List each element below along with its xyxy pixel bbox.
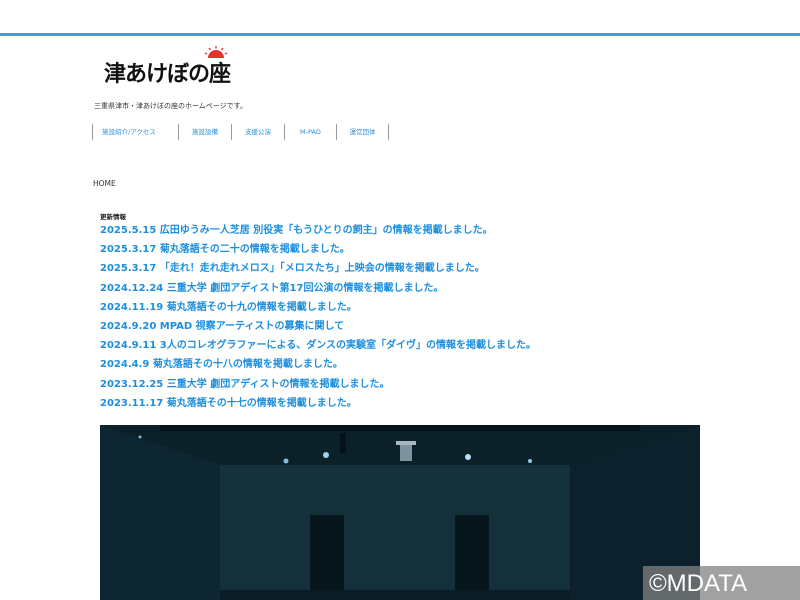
site-logo[interactable]: 津あけぼの座 — [104, 46, 254, 88]
news-link[interactable]: 2025.5.15 広田ゆうみ一人芝居 別役実「もうひとりの飼主」の情報を掲載し… — [100, 221, 536, 240]
nav-item-facility-equipment[interactable]: 施設設備 — [178, 124, 231, 140]
news-link[interactable]: 2024.12.24 三重大学 劇団アディスト第17回公演の情報を掲載しました。 — [100, 279, 536, 298]
news-link[interactable]: 2024.9.20 MPAD 視察アーティストの募集に関して — [100, 317, 536, 336]
news-link[interactable]: 2025.3.17 「走れ！走れ走れメロス」「メロスたち」上映会の情報を掲載しま… — [100, 259, 536, 278]
nav-item-support-performances[interactable]: 支援公演 — [231, 124, 284, 140]
top-accent-bar — [0, 33, 800, 36]
news-link[interactable]: 2023.12.25 三重大学 劇団アディストの情報を掲載しました。 — [100, 375, 536, 394]
breadcrumb: HOME — [93, 179, 116, 188]
theater-interior-photo — [100, 425, 700, 600]
news-link[interactable]: 2023.11.17 菊丸落語その十七の情報を掲載しました。 — [100, 394, 536, 413]
news-link[interactable]: 2024.11.19 菊丸落語その十九の情報を掲載しました。 — [100, 298, 536, 317]
nav-item-organization[interactable]: 運営団体 — [336, 124, 389, 140]
nav-item-facility-access[interactable]: 施設紹介/アクセス — [92, 124, 178, 140]
news-list: 2025.5.15 広田ゆうみ一人芝居 別役実「もうひとりの飼主」の情報を掲載し… — [100, 221, 536, 413]
news-link[interactable]: 2024.4.9 菊丸落語その十八の情報を掲載しました。 — [100, 355, 536, 374]
news-link[interactable]: 2025.3.17 菊丸落語その二十の情報を掲載しました。 — [100, 240, 536, 259]
news-heading: 更新情報 — [100, 213, 126, 221]
main-nav: 施設紹介/アクセス 施設設備 支援公演 M-PAD 運営団体 — [92, 124, 389, 140]
news-link[interactable]: 2024.9.11 3人のコレオグラファーによる、ダンスの実験室「ダイヴ」の情報… — [100, 336, 536, 355]
theater-interior-illustration — [100, 425, 700, 600]
watermark: ©MDATA — [643, 566, 800, 600]
site-tagline: 三重県津市・津あけぼの座のホームページです。 — [94, 102, 247, 110]
logo-text: 津あけぼの座 — [104, 62, 231, 87]
nav-item-m-pad[interactable]: M-PAD — [284, 124, 336, 140]
